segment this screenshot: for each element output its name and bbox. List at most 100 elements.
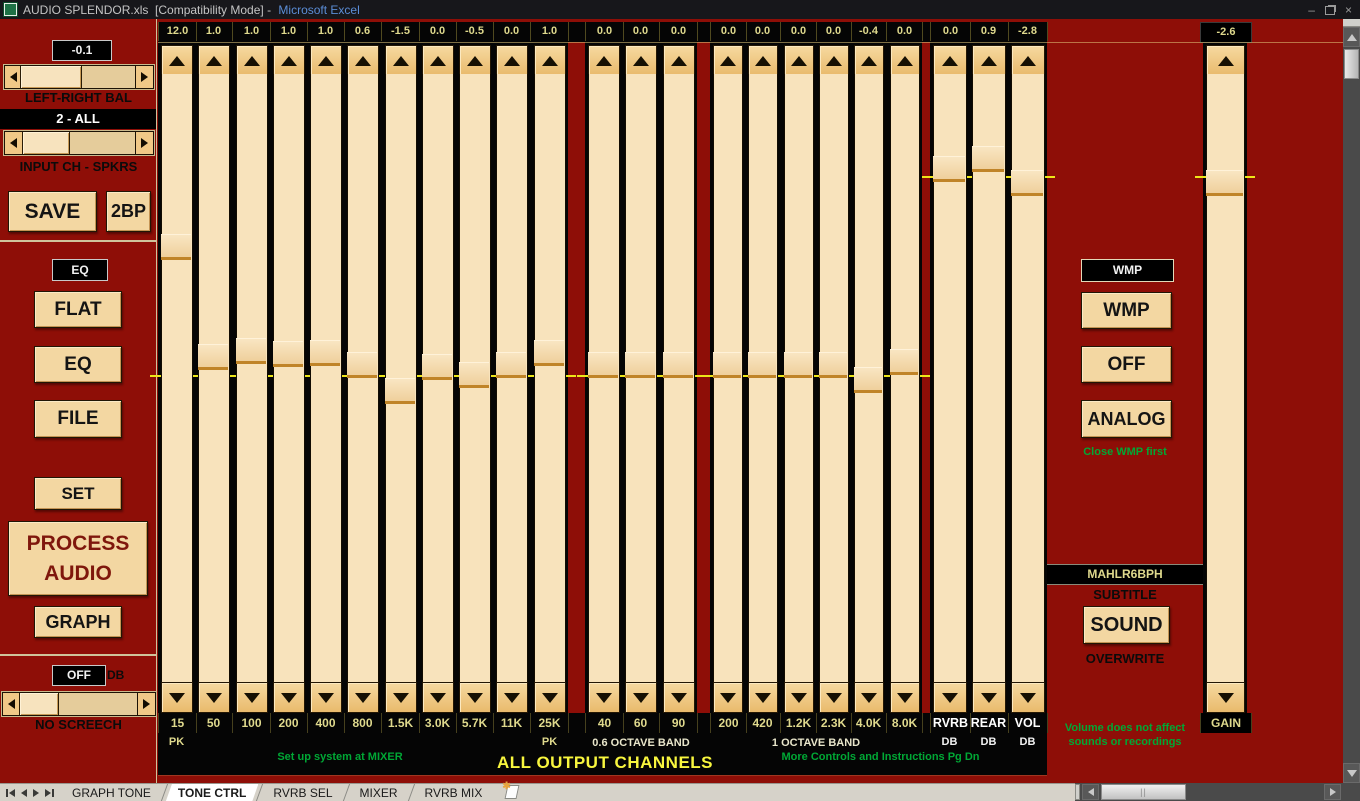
save-button[interactable]: SAVE (8, 191, 97, 232)
scroll-left-button[interactable] (1082, 784, 1099, 800)
sheet-tab-tone-ctrl[interactable]: TONE CTRL (166, 784, 258, 801)
insert-worksheet-button[interactable]: ✱ (502, 784, 520, 799)
analog-button[interactable]: ANALOG (1081, 400, 1172, 438)
slider-up-button[interactable] (713, 45, 743, 76)
slider-up-button[interactable] (534, 45, 566, 76)
slider-up-button[interactable] (1011, 45, 1045, 76)
slider-track[interactable] (588, 74, 620, 682)
slider-down-button[interactable] (819, 682, 849, 713)
slider-track[interactable] (496, 74, 528, 682)
slider-up-button[interactable] (459, 45, 491, 76)
close-button[interactable]: × (1345, 3, 1352, 17)
slider-right-arrow[interactable] (135, 66, 153, 88)
sheet-tab-graph-tone[interactable]: GRAPH TONE (60, 784, 163, 801)
wmp-button[interactable]: WMP (1081, 292, 1172, 329)
slider-thumb[interactable] (625, 352, 655, 378)
slider-thumb[interactable] (748, 352, 776, 378)
slider-down-button[interactable] (713, 682, 743, 713)
slider-track[interactable] (713, 74, 743, 682)
file-button[interactable]: FILE (34, 400, 122, 438)
slider-track[interactable] (534, 74, 566, 682)
slider-track[interactable] (273, 74, 305, 682)
slider-up-button[interactable] (496, 45, 528, 76)
slider-track[interactable] (819, 74, 849, 682)
slider-down-button[interactable] (496, 682, 528, 713)
next-sheet-button[interactable] (33, 789, 39, 797)
slider-down-button[interactable] (1011, 682, 1045, 713)
left-right-balance-slider[interactable] (4, 65, 154, 89)
2bp-button[interactable]: 2BP (106, 191, 151, 232)
slider-down-button[interactable] (854, 682, 884, 713)
slider-down-button[interactable] (625, 682, 657, 713)
slider-down-button[interactable] (748, 682, 778, 713)
slider-down-button[interactable] (347, 682, 379, 713)
slider-up-button[interactable] (748, 45, 778, 76)
scroll-up-button[interactable] (1343, 27, 1360, 47)
slider-down-button[interactable] (890, 682, 920, 713)
slider-up-button[interactable] (310, 45, 342, 76)
slider-right-arrow[interactable] (135, 132, 153, 154)
slider-up-button[interactable] (161, 45, 193, 76)
horizontal-scroll-thumb[interactable]: || (1101, 784, 1186, 800)
slider-down-button[interactable] (310, 682, 342, 713)
scroll-right-button[interactable] (1324, 784, 1341, 800)
slider-track[interactable] (1206, 74, 1245, 682)
slider-thumb[interactable] (663, 352, 693, 378)
slider-up-button[interactable] (422, 45, 454, 76)
slider-thumb[interactable] (347, 352, 377, 378)
slider-track[interactable] (663, 74, 695, 682)
slider-thumb[interactable] (161, 234, 191, 260)
slider-track[interactable] (784, 74, 814, 682)
slider-down-button[interactable] (972, 682, 1006, 713)
slider-thumb[interactable] (854, 367, 882, 393)
slider-track[interactable] (890, 74, 920, 682)
slider-right-arrow[interactable] (137, 693, 155, 715)
slider-up-button[interactable] (972, 45, 1006, 76)
horizontal-scrollbar[interactable]: || (1075, 783, 1360, 801)
slider-up-button[interactable] (933, 45, 967, 76)
slider-thumb[interactable] (236, 338, 266, 364)
slider-thumb[interactable] (1206, 170, 1243, 196)
slider-up-button[interactable] (198, 45, 230, 76)
slider-up-button[interactable] (625, 45, 657, 76)
slider-track[interactable] (310, 74, 342, 682)
slider-track[interactable] (625, 74, 657, 682)
slider-thumb[interactable] (459, 362, 489, 388)
slider-thumb[interactable] (713, 352, 741, 378)
slider-thumb[interactable] (385, 378, 415, 404)
sheet-tab-mixer[interactable]: MIXER (348, 784, 410, 801)
vertical-scroll-thumb[interactable] (1344, 49, 1359, 79)
slider-thumb[interactable] (972, 146, 1004, 172)
slider-track[interactable] (236, 74, 268, 682)
slider-thumb[interactable] (19, 693, 59, 715)
graph-button[interactable]: GRAPH (34, 606, 122, 638)
slider-down-button[interactable] (784, 682, 814, 713)
flat-button[interactable]: FLAT (34, 291, 122, 328)
slider-thumb[interactable] (198, 344, 228, 370)
slider-thumb[interactable] (273, 341, 303, 367)
slider-thumb[interactable] (534, 340, 564, 366)
slider-up-button[interactable] (236, 45, 268, 76)
slider-down-button[interactable] (534, 682, 566, 713)
process-audio-button[interactable]: PROCESS AUDIO (8, 521, 148, 596)
slider-thumb[interactable] (496, 352, 526, 378)
slider-up-button[interactable] (819, 45, 849, 76)
vertical-scrollbar[interactable] (1343, 19, 1360, 783)
slider-track[interactable] (748, 74, 778, 682)
slider-up-button[interactable] (273, 45, 305, 76)
slider-track[interactable] (347, 74, 379, 682)
first-sheet-button[interactable] (6, 789, 15, 797)
slider-down-button[interactable] (198, 682, 230, 713)
slider-left-arrow[interactable] (5, 132, 23, 154)
minimize-button[interactable]: – (1308, 3, 1315, 17)
slider-thumb[interactable] (933, 156, 965, 182)
input-channel-slider[interactable] (4, 131, 154, 155)
slider-thumb[interactable] (20, 66, 82, 88)
slider-down-button[interactable] (933, 682, 967, 713)
split-handle[interactable] (1075, 784, 1080, 800)
sheet-tab-rvrb-sel[interactable]: RVRB SEL (261, 784, 344, 801)
slider-thumb[interactable] (784, 352, 812, 378)
slider-thumb[interactable] (310, 340, 340, 366)
sound-button[interactable]: SOUND (1083, 606, 1170, 644)
slider-down-button[interactable] (161, 682, 193, 713)
